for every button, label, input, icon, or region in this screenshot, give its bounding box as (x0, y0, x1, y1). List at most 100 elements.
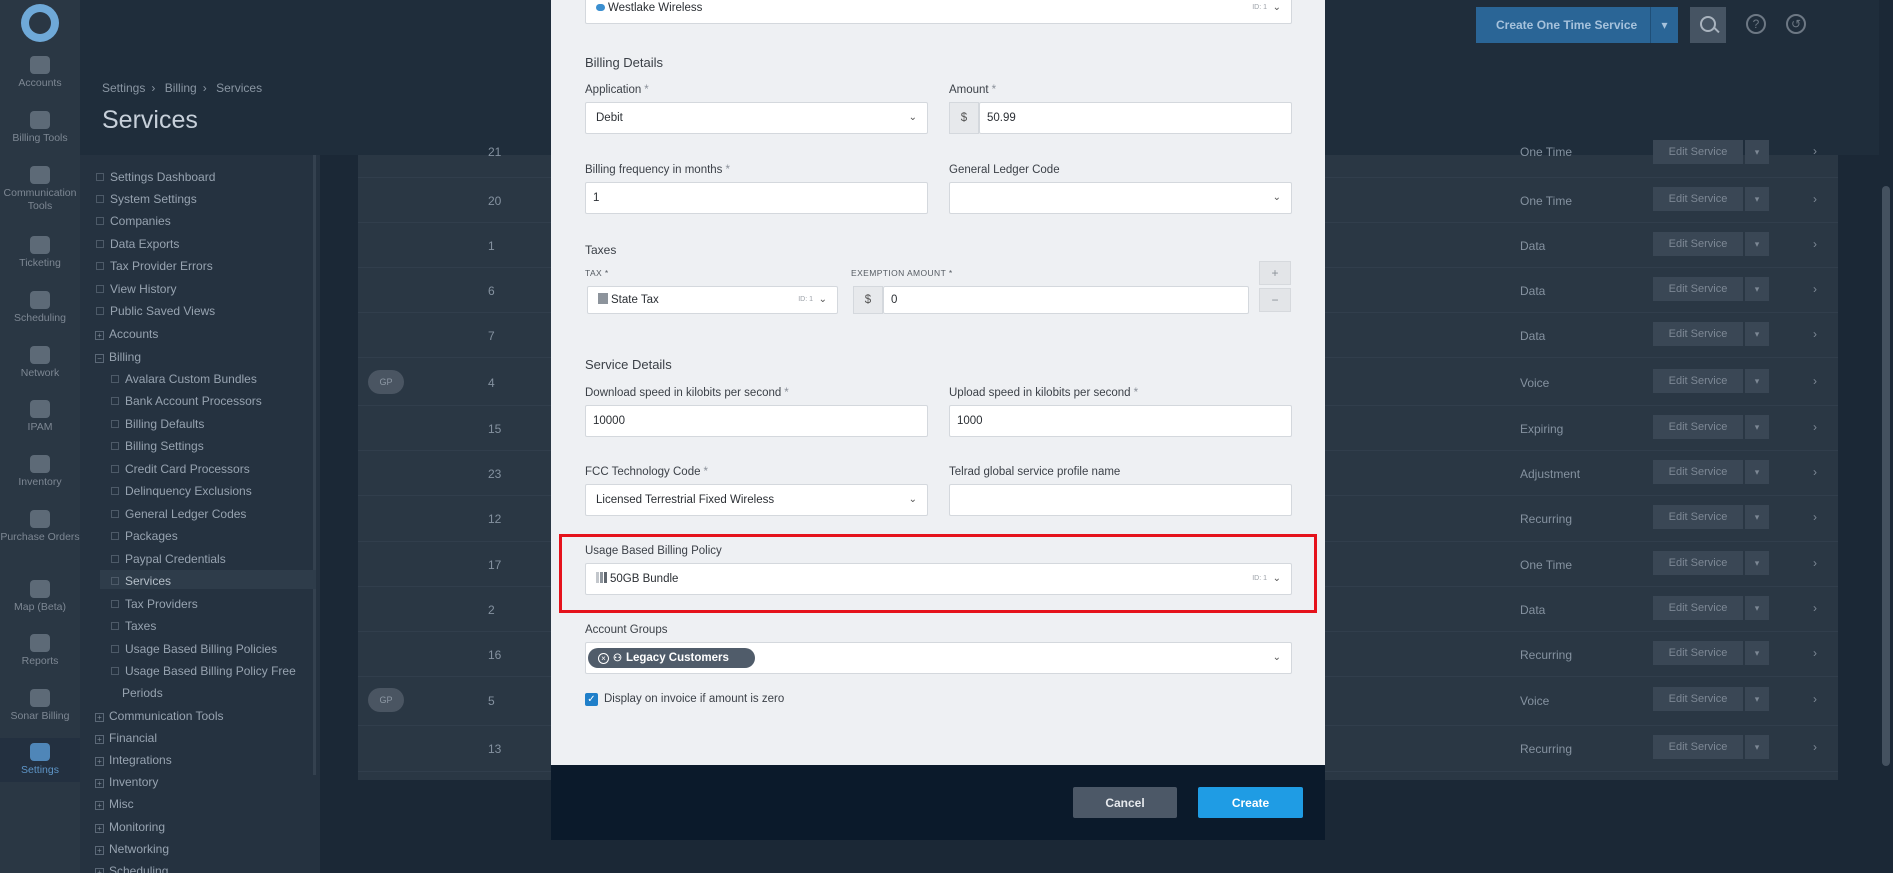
sidebar-item-companies[interactable]: Companies (96, 214, 171, 228)
sidebar-item-accounts[interactable]: + Accounts (95, 327, 158, 341)
sidebar-item-usage-based-billing-policy-free-periods[interactable]: Usage Based Billing Policy Free (111, 664, 296, 678)
cta-dropdown-toggle[interactable]: ▾ (1650, 7, 1678, 43)
edit-service-button[interactable]: Edit Service (1653, 187, 1743, 211)
download-speed-input[interactable]: 10000 (585, 405, 928, 437)
breadcrumb-billing[interactable]: Billing (165, 81, 197, 95)
chevron-right-icon[interactable]: › (1813, 192, 1817, 206)
application-select[interactable]: Debit ⌄ (585, 102, 928, 134)
sidebar-item-bank-account-processors[interactable]: Bank Account Processors (111, 394, 262, 408)
sidebar-item-communication-tools[interactable]: + Communication Tools (95, 709, 224, 723)
edit-service-dropdown[interactable]: ▾ (1745, 187, 1769, 211)
remove-chip-icon[interactable]: × (598, 653, 609, 664)
sidebar-item-financial[interactable]: + Financial (95, 731, 157, 745)
edit-service-button[interactable]: Edit Service (1653, 460, 1743, 484)
sidebar-item-networking[interactable]: + Networking (95, 842, 169, 856)
sidebar-item-avalara-custom-bundles[interactable]: Avalara Custom Bundles (111, 372, 257, 386)
sidebar-item-settings-dashboard[interactable]: Settings Dashboard (96, 170, 215, 184)
rail-item-billing-tools[interactable]: Billing Tools (0, 111, 80, 145)
create-button[interactable]: Create (1198, 787, 1303, 818)
chevron-right-icon[interactable]: › (1813, 374, 1817, 388)
edit-service-button[interactable]: Edit Service (1653, 369, 1743, 393)
sidebar-item-integrations[interactable]: + Integrations (95, 753, 172, 767)
sidebar-item-inventory[interactable]: + Inventory (95, 775, 158, 789)
history-icon[interactable]: ↺ (1786, 14, 1806, 34)
sidebar-item-taxes[interactable]: Taxes (111, 619, 156, 633)
edit-service-button[interactable]: Edit Service (1653, 551, 1743, 575)
chevron-right-icon[interactable]: › (1813, 510, 1817, 524)
edit-service-dropdown[interactable]: ▾ (1745, 277, 1769, 301)
breadcrumb-settings[interactable]: Settings (102, 81, 145, 95)
rail-item-communication-tools[interactable]: Communication Tools (0, 166, 80, 213)
edit-service-dropdown[interactable]: ▾ (1745, 551, 1769, 575)
chevron-right-icon[interactable]: › (1813, 465, 1817, 479)
exemption-amount-input[interactable]: 0 (883, 286, 1249, 314)
rail-item-accounts[interactable]: Accounts (0, 56, 80, 90)
rail-item-inventory[interactable]: Inventory (0, 455, 80, 489)
edit-service-button[interactable]: Edit Service (1653, 140, 1743, 164)
add-tax-button[interactable]: + (1259, 261, 1291, 285)
sidebar-item-services[interactable]: Services (111, 574, 171, 588)
sidebar-item-billing-settings[interactable]: Billing Settings (111, 439, 204, 453)
rail-item-ipam[interactable]: IPAM (0, 400, 80, 434)
sidebar-item-delinquency-exclusions[interactable]: Delinquency Exclusions (111, 484, 252, 498)
edit-service-dropdown[interactable]: ▾ (1745, 641, 1769, 665)
sidebar-item-misc[interactable]: + Misc (95, 797, 134, 811)
edit-service-button[interactable]: Edit Service (1653, 641, 1743, 665)
edit-service-button[interactable]: Edit Service (1653, 415, 1743, 439)
sonar-logo-icon[interactable] (21, 4, 59, 42)
tax-select[interactable]: State Tax ID: 1 ⌄ (587, 286, 838, 314)
company-select[interactable]: Westlake Wireless ID: 1 ⌄ (585, 0, 1292, 24)
account-group-chip[interactable]: × ⚇ Legacy Customers (588, 648, 755, 668)
edit-service-button[interactable]: Edit Service (1653, 687, 1743, 711)
chevron-right-icon[interactable]: › (1813, 601, 1817, 615)
rail-item-map[interactable]: Map (Beta) (0, 580, 80, 614)
sidebar-item-data-exports[interactable]: Data Exports (96, 237, 179, 251)
rail-item-reports[interactable]: Reports (0, 634, 80, 668)
upload-speed-input[interactable]: 1000 (949, 405, 1292, 437)
edit-service-dropdown[interactable]: ▾ (1745, 687, 1769, 711)
edit-service-dropdown[interactable]: ▾ (1745, 415, 1769, 439)
edit-service-button[interactable]: Edit Service (1653, 505, 1743, 529)
sidebar-item-packages[interactable]: Packages (111, 529, 178, 543)
sidebar-item-billing-defaults[interactable]: Billing Defaults (111, 417, 204, 431)
chevron-right-icon[interactable]: › (1813, 646, 1817, 660)
cancel-button[interactable]: Cancel (1073, 787, 1177, 818)
page-scrollbar-thumb[interactable] (1882, 186, 1890, 766)
chevron-right-icon[interactable]: › (1813, 282, 1817, 296)
sidebar-item-system-settings[interactable]: System Settings (96, 192, 197, 206)
edit-service-button[interactable]: Edit Service (1653, 735, 1743, 759)
sidebar-item-credit-card-processors[interactable]: Credit Card Processors (111, 462, 250, 476)
sidebar-item-tax-provider-errors[interactable]: Tax Provider Errors (96, 259, 213, 273)
sidebar-scrollbar[interactable] (313, 155, 316, 775)
sidebar-item-paypal-credentials[interactable]: Paypal Credentials (111, 552, 226, 566)
sidebar-item-scheduling[interactable]: + Scheduling (95, 864, 168, 873)
edit-service-dropdown[interactable]: ▾ (1745, 460, 1769, 484)
search-icon[interactable] (1690, 7, 1726, 43)
sidebar-item-usage-based-billing-policies[interactable]: Usage Based Billing Policies (111, 642, 277, 656)
billing-frequency-input[interactable]: 1 (585, 182, 928, 214)
usage-based-billing-policy-select[interactable]: 50GB Bundle ID: 1 ⌄ (585, 563, 1292, 595)
chevron-right-icon[interactable]: › (1813, 420, 1817, 434)
display-zero-amount-checkbox[interactable]: ✓ (585, 693, 598, 706)
edit-service-button[interactable]: Edit Service (1653, 232, 1743, 256)
edit-service-dropdown[interactable]: ▾ (1745, 140, 1769, 164)
edit-service-dropdown[interactable]: ▾ (1745, 232, 1769, 256)
sidebar-item-monitoring[interactable]: + Monitoring (95, 820, 165, 834)
rail-item-purchase-orders[interactable]: Purchase Orders (0, 510, 80, 544)
chevron-right-icon[interactable]: › (1813, 144, 1817, 158)
chevron-right-icon[interactable]: › (1813, 556, 1817, 570)
chevron-right-icon[interactable]: › (1813, 237, 1817, 251)
help-icon[interactable]: ? (1746, 14, 1766, 34)
edit-service-dropdown[interactable]: ▾ (1745, 322, 1769, 346)
rail-item-scheduling[interactable]: Scheduling (0, 291, 80, 325)
chevron-right-icon[interactable]: › (1813, 740, 1817, 754)
general-ledger-code-select[interactable]: ⌄ (949, 182, 1292, 214)
create-one-time-service-button[interactable]: Create One Time Service ▾ (1476, 7, 1678, 43)
rail-item-ticketing[interactable]: Ticketing (0, 236, 80, 270)
edit-service-button[interactable]: Edit Service (1653, 596, 1743, 620)
chevron-right-icon[interactable]: › (1813, 692, 1817, 706)
sidebar-item-periods[interactable]: Periods (122, 686, 163, 700)
rail-item-sonar-billing[interactable]: Sonar Billing (0, 689, 80, 723)
chevron-right-icon[interactable]: › (1813, 327, 1817, 341)
amount-input[interactable]: 50.99 (979, 102, 1292, 134)
